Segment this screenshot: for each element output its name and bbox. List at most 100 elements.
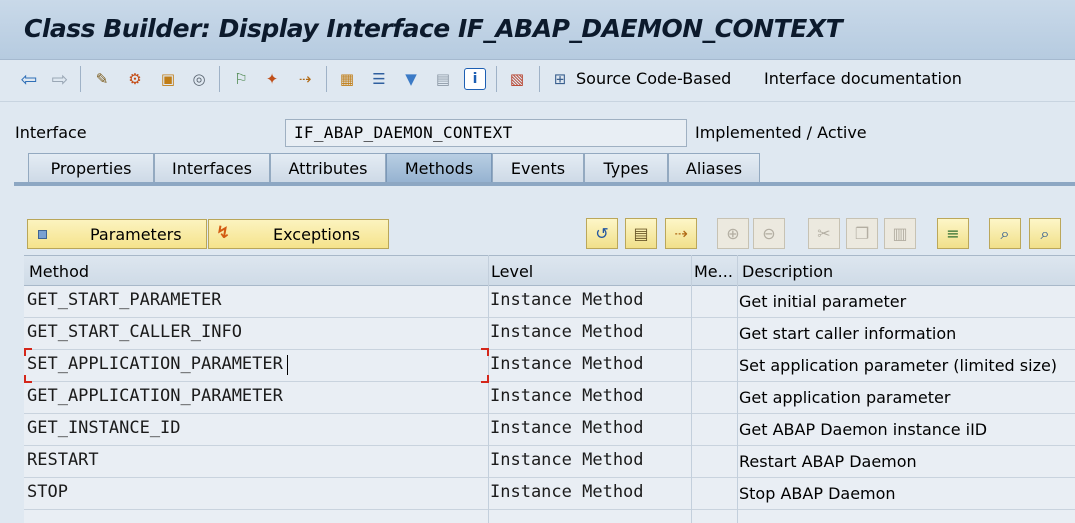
method-cell[interactable]: STOP [27,482,68,502]
description-cell[interactable]: Get application parameter [739,388,950,407]
toolbar-separator [80,66,81,92]
level-cell[interactable]: Instance Method [490,482,644,502]
copy-icon[interactable]: ❐ [846,218,878,249]
method-cell[interactable]: RESTART [27,450,99,470]
focus-corner-top-right [481,348,489,356]
interface-name-field[interactable]: IF_ABAP_DAEMON_CONTEXT [285,119,687,147]
toolbar-separator [219,66,220,92]
window-title: Class Builder: Display Interface IF_ABAP… [24,14,843,43]
source-code-icon[interactable]: ↺ [586,218,618,249]
level-cell[interactable]: Instance Method [490,450,644,470]
information-icon[interactable]: i [464,68,486,90]
focus-corner-top-left [24,348,32,356]
activate-icon[interactable]: ✦ [261,68,283,90]
table-row[interactable]: RESTART Instance Method Restart ABAP Dae… [24,446,1075,478]
tab-properties[interactable]: Properties [28,153,154,183]
table-row[interactable]: GET_START_PARAMETER Instance Method Get … [24,286,1075,318]
active-inactive-icon[interactable]: ▣ [157,68,179,90]
method-cell[interactable]: GET_START_CALLER_INFO [27,322,242,342]
description-cell[interactable]: Get ABAP Daemon instance iID [739,420,987,439]
toolbar-separator [496,66,497,92]
tab-methods[interactable]: Methods [386,153,492,183]
focus-corner-bottom-right [481,375,489,383]
title-bar: Class Builder: Display Interface IF_ABAP… [0,0,1075,60]
display-change-icon[interactable]: ⚙ [124,68,146,90]
exceptions-lightning-icon: ↯ [216,223,231,243]
level-cell[interactable]: Instance Method [490,418,644,438]
method-cell[interactable]: SET_APPLICATION_PARAMETER [27,354,283,374]
cut-icon[interactable]: ✂ [808,218,840,249]
text-cursor [287,355,288,375]
tab-interfaces[interactable]: Interfaces [154,153,270,183]
back-icon[interactable]: ⇦ [18,68,40,90]
level-cell[interactable]: Instance Method [490,322,644,342]
class-documentation-icon[interactable]: ▤ [432,68,454,90]
tab-attributes[interactable]: Attributes [270,153,386,183]
level-cell[interactable]: Instance Method [490,386,644,406]
delete-row-icon[interactable]: ⊖ [753,218,785,249]
interface-status: Implemented / Active [695,123,867,142]
table-row[interactable]: GET_INSTANCE_ID Instance Method Get ABAP… [24,414,1075,446]
parameters-button[interactable]: Parameters [27,219,207,249]
methods-table: Method Level Me... Description GET_START… [24,255,1075,523]
hierarchy-icon[interactable]: ▧ [506,68,528,90]
table-row[interactable]: GET_START_CALLER_INFO Instance Method Ge… [24,318,1075,350]
description-cell[interactable]: Get start caller information [739,324,956,343]
parameters-label: Parameters [90,225,182,244]
insert-row-icon[interactable]: ⊕ [717,218,749,249]
tab-label: Events [510,159,566,178]
navigation-window-icon[interactable]: ☰ [368,68,390,90]
toolbar-separator [539,66,540,92]
forward-icon[interactable]: ⇨ [49,68,71,90]
tab-events[interactable]: Events [492,153,584,183]
column-header-method[interactable]: Method [29,262,89,281]
method-cell[interactable]: GET_START_PARAMETER [27,290,221,310]
table-row-selected[interactable]: SET_APPLICATION_PARAMETER Instance Metho… [24,350,1075,382]
toolbar-separator [326,66,327,92]
column-divider [488,255,489,523]
source-code-based-icon[interactable]: ⊞ [549,68,571,90]
column-header-level[interactable]: Level [491,262,533,281]
method-cell[interactable]: GET_INSTANCE_ID [27,418,181,438]
column-divider [691,255,692,523]
description-cell[interactable]: Stop ABAP Daemon [739,484,896,503]
interface-label: Interface [15,123,87,142]
check-icon[interactable]: ⚐ [230,68,252,90]
detail-view-icon[interactable]: ▤ [625,218,657,249]
column-divider [737,255,738,523]
source-code-based-button[interactable]: Source Code-Based [576,69,731,88]
paste-icon[interactable]: ▥ [884,218,916,249]
description-cell[interactable]: Get initial parameter [739,292,906,311]
interface-documentation-button[interactable]: Interface documentation [764,69,962,88]
other-object-icon[interactable]: ✎ [91,68,113,90]
table-row[interactable]: STOP Instance Method Stop ABAP Daemon [24,478,1075,510]
focus-corner-bottom-left [24,375,32,383]
description-cell[interactable]: Restart ABAP Daemon [739,452,917,471]
where-used-icon[interactable]: ◎ [188,68,210,90]
table-header: Method Level Me... Description [24,255,1075,286]
test-icon[interactable]: ⇢ [294,68,316,90]
table-row-empty[interactable] [24,510,1075,523]
parameters-square-icon [38,230,47,239]
exceptions-label: Exceptions [273,225,361,244]
tab-label: Methods [404,159,474,178]
description-cell[interactable]: Set application parameter (limited size) [739,356,1057,375]
tab-aliases[interactable]: Aliases [668,153,760,183]
find-icon[interactable]: ⌕ [989,218,1021,249]
tab-label: Interfaces [172,159,252,178]
sort-icon[interactable]: ≡ [937,218,969,249]
find-next-icon[interactable]: ⌕ [1029,218,1061,249]
table-row[interactable]: GET_APPLICATION_PARAMETER Instance Metho… [24,382,1075,414]
filter-icon[interactable]: ▼ [400,68,422,90]
tab-label: Properties [50,159,132,178]
level-cell[interactable]: Instance Method [490,290,644,310]
column-header-description[interactable]: Description [742,262,833,281]
object-list-icon[interactable]: ▦ [336,68,358,90]
tab-label: Types [603,159,649,178]
method-cell[interactable]: GET_APPLICATION_PARAMETER [27,386,283,406]
level-cell[interactable]: Instance Method [490,354,644,374]
tab-types[interactable]: Types [584,153,668,183]
navigate-icon[interactable]: ⇢ [665,218,697,249]
column-header-me[interactable]: Me... [694,262,733,281]
exceptions-button[interactable]: ↯ Exceptions [208,219,389,249]
